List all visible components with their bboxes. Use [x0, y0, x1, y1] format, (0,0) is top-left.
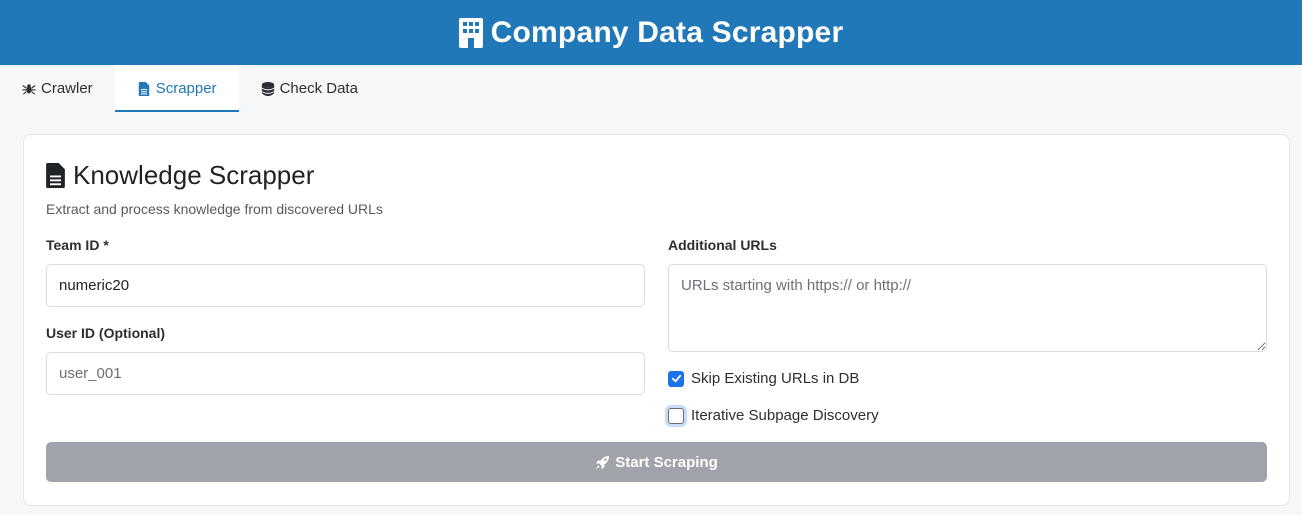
iterative-discovery-row[interactable]: Iterative Subpage Discovery: [668, 407, 879, 424]
iterative-discovery-checkbox[interactable]: [668, 407, 684, 424]
skip-existing-checkbox[interactable]: [668, 370, 684, 387]
scrapper-card: Knowledge Scrapper Extract and process k…: [23, 134, 1290, 506]
rocket-icon: [595, 455, 610, 470]
tab-crawler[interactable]: Crawler: [0, 65, 115, 112]
user-id-input[interactable]: [46, 352, 645, 395]
start-scraping-button[interactable]: Start Scraping: [46, 442, 1267, 482]
skip-existing-row[interactable]: Skip Existing URLs in DB: [668, 370, 859, 387]
file-icon: [46, 163, 65, 188]
tab-scrapper[interactable]: Scrapper: [114, 65, 239, 112]
app-header: Company Data Scrapper: [0, 0, 1302, 65]
building-icon: [458, 17, 483, 48]
team-id-label: Team ID *: [46, 237, 109, 253]
card-title: Knowledge Scrapper: [46, 160, 314, 191]
header-title-wrap: Company Data Scrapper: [458, 15, 844, 50]
tab-check-data-label: Check Data: [279, 80, 358, 97]
iterative-discovery-label: Iterative Subpage Discovery: [691, 407, 879, 424]
tab-check-data[interactable]: Check Data: [239, 65, 380, 112]
user-id-label: User ID (Optional): [46, 325, 166, 341]
spider-icon: [22, 82, 36, 96]
tab-crawler-label: Crawler: [41, 80, 93, 97]
file-icon: [137, 81, 151, 96]
additional-urls-textarea[interactable]: [668, 264, 1267, 352]
tab-scrapper-label: Scrapper: [155, 80, 217, 97]
additional-urls-label: Additional URLs: [668, 237, 777, 253]
team-id-input[interactable]: [46, 264, 645, 307]
card-subtitle: Extract and process knowledge from disco…: [46, 201, 383, 217]
database-icon: [261, 81, 275, 96]
app-title: Company Data Scrapper: [490, 15, 844, 49]
start-scraping-label: Start Scraping: [615, 453, 718, 471]
check-icon: [671, 374, 681, 383]
skip-existing-label: Skip Existing URLs in DB: [691, 370, 860, 387]
tab-bar: Crawler Scrapper Check Data: [0, 65, 1302, 112]
card-title-text: Knowledge Scrapper: [73, 160, 315, 190]
